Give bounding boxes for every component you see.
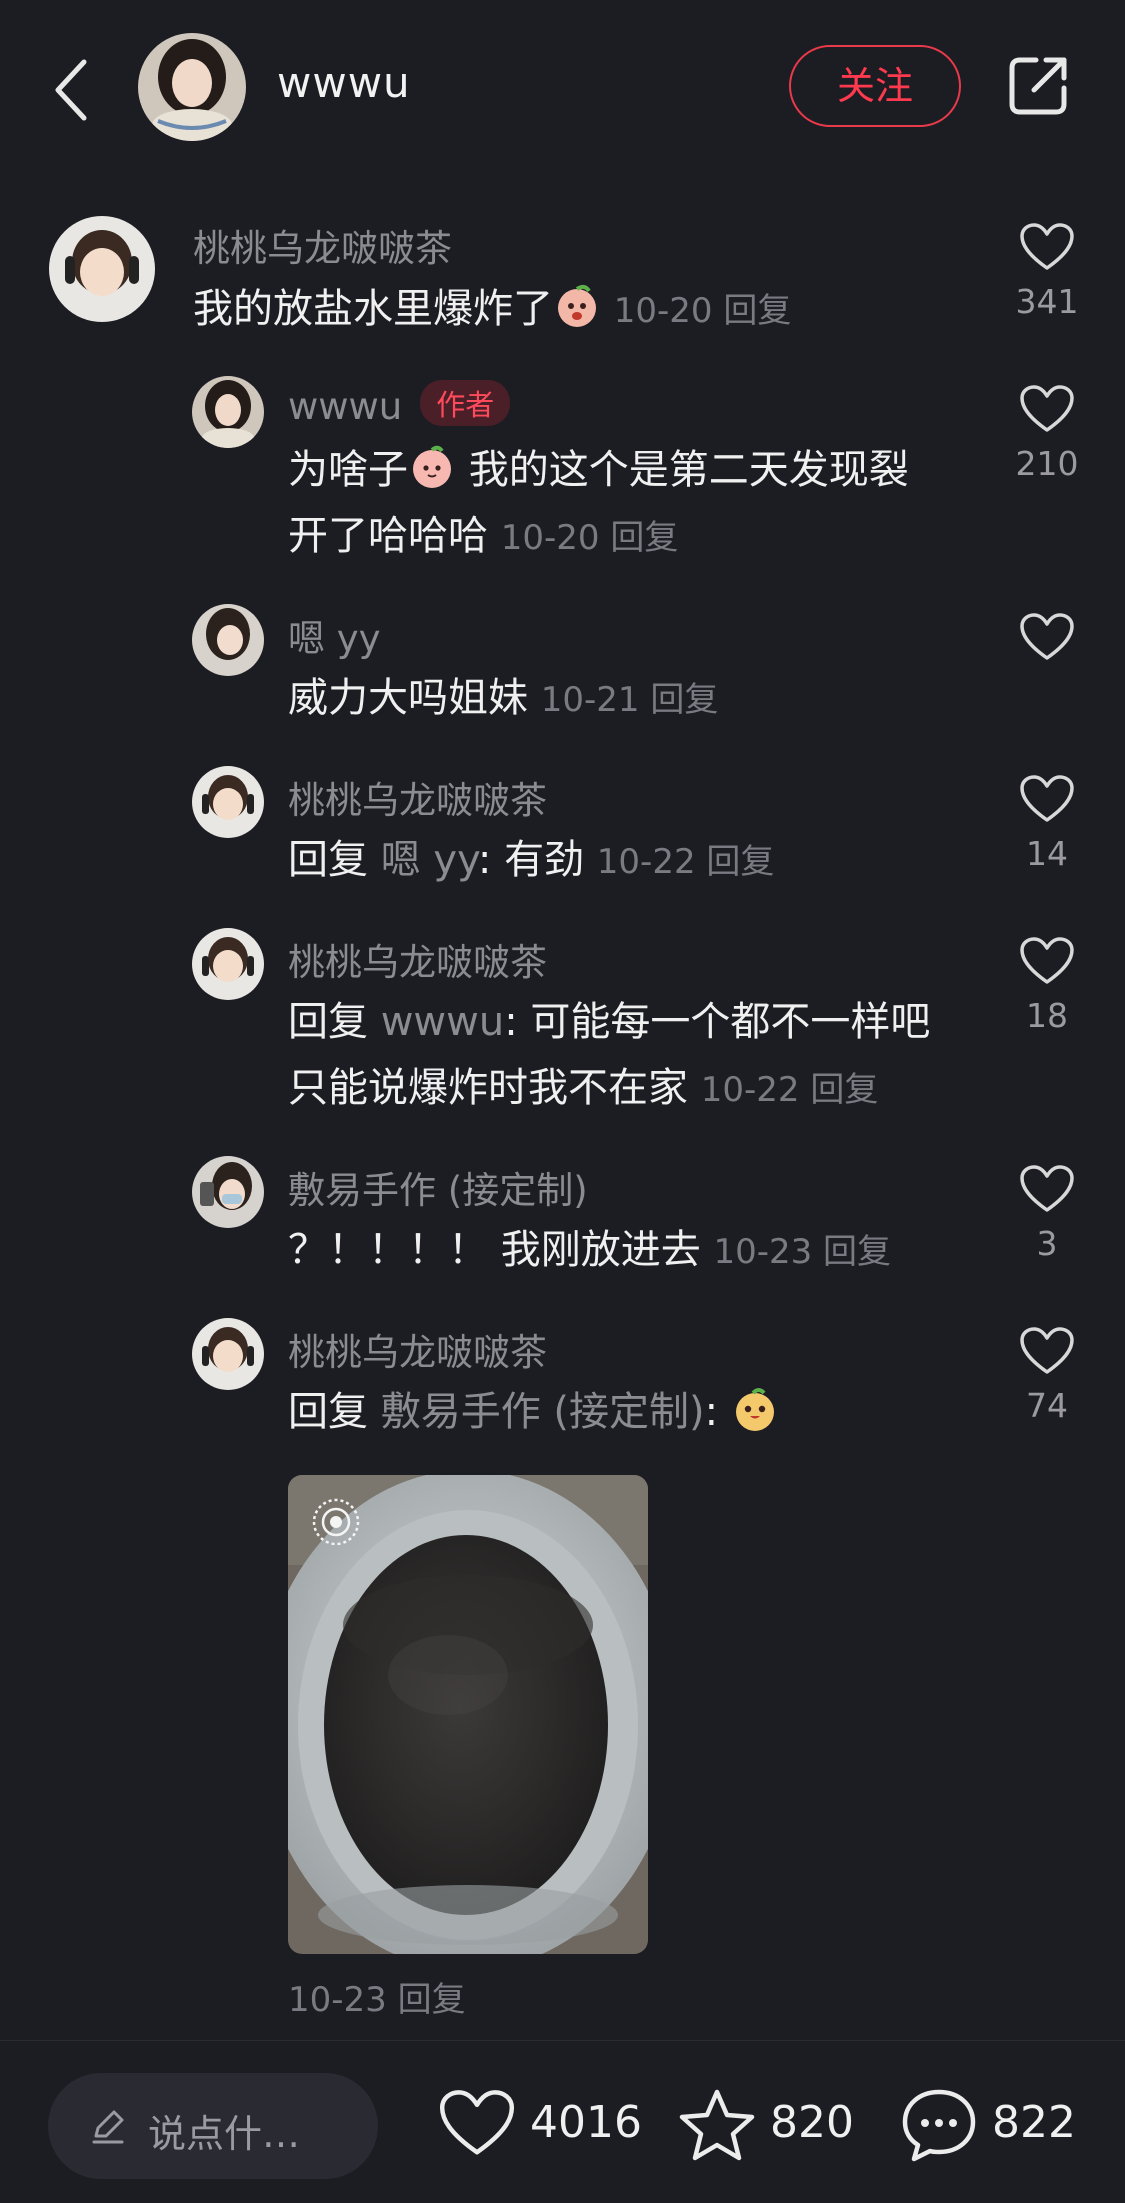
comment-username[interactable]: 桃桃乌龙啵啵茶 — [288, 1322, 547, 1376]
like-button[interactable] — [1012, 612, 1082, 662]
follow-button[interactable]: 关注 — [789, 45, 961, 127]
comment-text: 开了哈哈哈 10-20 回复 — [288, 513, 679, 559]
like-count: 341 — [1015, 282, 1079, 321]
comment-photo[interactable] — [288, 1475, 648, 1954]
author-name[interactable]: wwwu — [277, 58, 411, 107]
like-button[interactable]: 3 — [1012, 1164, 1082, 1263]
like-button[interactable]: 74 — [1012, 1326, 1082, 1425]
comment-count: 822 — [992, 2097, 1076, 2148]
reply-button[interactable]: 回复 — [610, 518, 678, 558]
comment-username[interactable]: 嗯 yy — [288, 608, 381, 662]
comment-bubble-icon — [902, 2089, 976, 2162]
back-button[interactable] — [46, 50, 102, 130]
avatar[interactable] — [192, 376, 264, 448]
comment-username[interactable]: 桃桃乌龙啵啵茶 — [193, 218, 452, 272]
avatar[interactable] — [192, 928, 264, 1000]
share-button[interactable] — [1006, 54, 1070, 118]
heart-icon — [1020, 1327, 1074, 1374]
share-icon — [1009, 57, 1067, 115]
like-count: 74 — [1026, 1386, 1068, 1425]
comment-text: 回复 敷易手作 (接定制): — [288, 1379, 779, 1445]
header: wwwu 关注 — [0, 0, 1125, 175]
back-icon — [55, 59, 87, 121]
comment-text: 我的放盐水里爆炸了 10-20 回复 — [193, 276, 791, 344]
heart-icon — [1020, 775, 1074, 822]
comments-button[interactable]: 822 — [900, 2087, 1100, 2163]
heart-icon — [1020, 223, 1074, 270]
like-count: 18 — [1026, 996, 1068, 1035]
reply-button[interactable]: 回复 — [706, 842, 774, 882]
avatar[interactable] — [192, 1156, 264, 1228]
comment-input[interactable]: 说点什… — [48, 2073, 378, 2179]
heart-icon — [1020, 1165, 1074, 1212]
heart-icon — [1020, 613, 1074, 660]
reply-button[interactable]: 回复 — [823, 1232, 891, 1272]
comment-text: 只能说爆炸时我不在家 10-22 回复 — [288, 1065, 879, 1111]
like-count: 210 — [1015, 444, 1079, 483]
author-avatar[interactable] — [138, 33, 246, 141]
pencil-icon — [92, 2110, 124, 2144]
like-count: 14 — [1026, 834, 1068, 873]
comment-meta: 10-23 回复 — [288, 1980, 466, 2020]
mentioned-user[interactable]: 嗯 yy — [381, 837, 478, 883]
comment-username[interactable]: 桃桃乌龙啵啵茶 — [288, 932, 547, 986]
author-badge: 作者 — [420, 380, 511, 426]
avatar[interactable] — [49, 216, 155, 322]
like-count: 3 — [1036, 1224, 1058, 1263]
input-placeholder: 说点什… — [148, 2112, 301, 2156]
reply-button[interactable]: 回复 — [398, 1980, 466, 2020]
comment-text: 回复 嗯 yy: 有劲 10-22 回复 — [288, 837, 775, 883]
comment-username[interactable]: 敷易手作 (接定制) — [288, 1160, 588, 1214]
comment-text: ？！！！！ 我刚放进去 10-23 回复 — [288, 1227, 892, 1273]
heart-icon — [1020, 937, 1074, 984]
like-button[interactable]: 210 — [1012, 384, 1082, 483]
like-button[interactable]: 341 — [1012, 222, 1082, 321]
comment-text: 威力大吗姐妹 10-21 回复 — [288, 675, 719, 721]
reply-button[interactable]: 回复 — [723, 291, 791, 331]
like-button[interactable]: 14 — [1012, 774, 1082, 873]
avatar[interactable] — [192, 604, 264, 676]
mentioned-user[interactable]: wwwu — [381, 999, 505, 1045]
comment-text: 回复 wwwu: 可能每一个都不一样吧 — [288, 999, 931, 1045]
heart-icon — [1020, 385, 1074, 432]
peach-emoji-icon — [413, 445, 451, 488]
comment-text: 为啥子 我的这个是第二天发现裂 — [288, 437, 909, 503]
reply-button[interactable]: 回复 — [810, 1070, 878, 1110]
reply-button[interactable]: 回复 — [650, 680, 718, 720]
avatar[interactable] — [192, 766, 264, 838]
like-count: 4016 — [530, 2097, 642, 2148]
peach-emoji-icon — [558, 284, 596, 327]
favorite-button[interactable]: 820 — [678, 2087, 868, 2163]
star-icon — [679, 2089, 755, 2161]
bottom-action-bar: 说点什… 4016 820 822 — [0, 2040, 1125, 2203]
mentioned-user[interactable]: 敷易手作 (接定制) — [381, 1389, 705, 1435]
favorite-count: 820 — [770, 2097, 854, 2148]
comment-username[interactable]: wwwu 作者 — [288, 380, 511, 428]
heart-icon — [439, 2090, 515, 2155]
like-post-button[interactable]: 4016 — [438, 2087, 642, 2163]
like-button[interactable]: 18 — [1012, 936, 1082, 1035]
comment-username[interactable]: 桃桃乌龙啵啵茶 — [288, 770, 547, 824]
peach-emoji-icon — [735, 1388, 774, 1431]
avatar[interactable] — [192, 1318, 264, 1390]
